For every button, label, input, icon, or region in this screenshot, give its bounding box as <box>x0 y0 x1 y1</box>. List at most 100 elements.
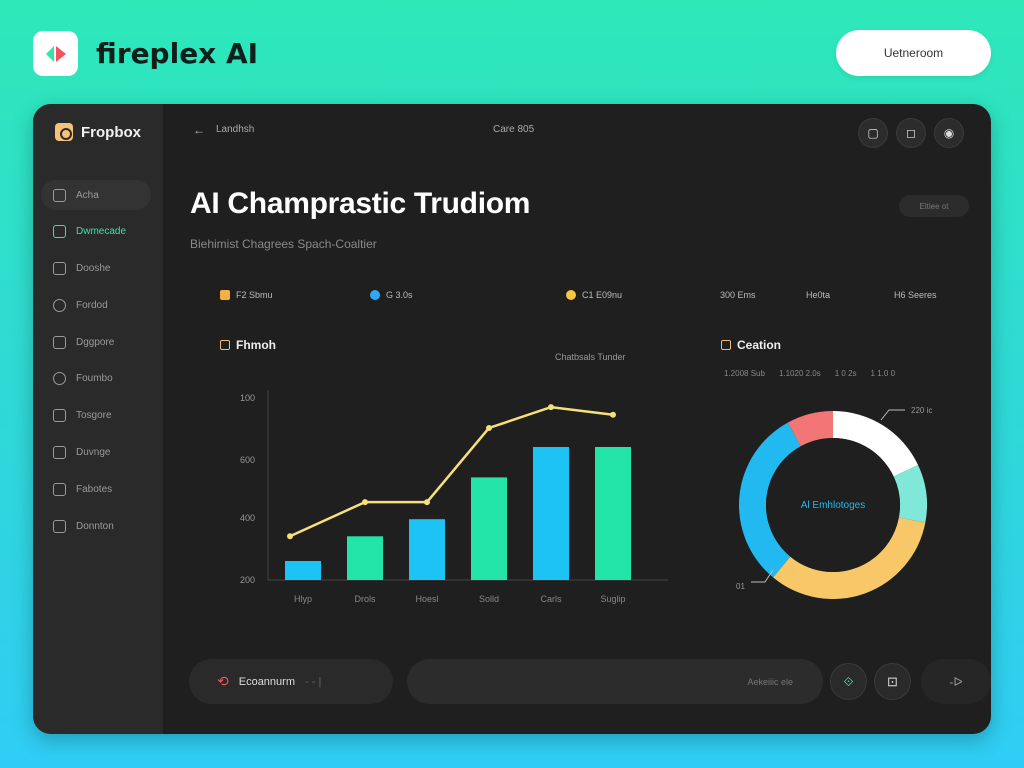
bar <box>409 519 445 580</box>
sidebar-brand-name: Fropbox <box>81 123 141 141</box>
prompt-input[interactable] <box>407 659 823 704</box>
donut-callout-top: 220 ic <box>911 406 933 415</box>
screen-icon: ⊡ <box>887 673 898 689</box>
sidebar-item-duvnge[interactable]: Duvnge <box>41 438 151 468</box>
donut-panel-title-text: Ceation <box>737 338 782 352</box>
sidebar-item-label: Duvnge <box>76 447 111 459</box>
bar <box>595 447 631 580</box>
title-pill-button[interactable]: Eltiee ot <box>899 195 969 217</box>
x-tick-label: Hoesl <box>415 594 438 604</box>
sidebar-item-dooshe[interactable]: Dooshe <box>41 254 151 284</box>
sidebar-item-label: Dooshe <box>76 263 111 275</box>
bar-panel-note: Chatbsals Tunder <box>555 352 626 362</box>
sidebar-nav: Acha Dwmecade Dooshe Fordod Dggpore Foum… <box>41 180 151 548</box>
record-icon: ◉ <box>943 126 955 140</box>
stat-item: F2 Sbmu <box>220 290 273 300</box>
send-icon: -ᐅ <box>949 674 963 689</box>
sidebar-item-dwmecade[interactable]: Dwmecade <box>41 217 151 247</box>
bar <box>285 561 321 580</box>
flame-icon <box>45 45 66 62</box>
sidebar-item-label: Donnton <box>76 520 114 532</box>
x-tick-label: Solld <box>479 594 499 604</box>
legend-item: 1.1020 2.0s <box>778 369 821 378</box>
breadcrumb[interactable]: Landhsh <box>216 124 254 135</box>
y-tick-label: 200 <box>240 575 255 585</box>
header-center-label: Care 805 <box>493 124 535 135</box>
donut-panel-title: Ceation <box>721 338 781 352</box>
box-icon <box>55 123 73 141</box>
attach-button[interactable]: ⟐ <box>830 663 867 700</box>
chat-button[interactable]: ◻ <box>896 118 926 148</box>
donut-legend: 1.2008 Sub 1.1020 2.0s 1 0 2s 1 1.0 0 <box>724 369 895 378</box>
sidebar-item-donnton[interactable]: Donnton <box>41 511 151 541</box>
line-point <box>287 533 293 540</box>
stat-item: 300 Ems <box>720 290 756 300</box>
sidebar-item-dggpore[interactable]: Dggpore <box>41 327 151 357</box>
bookmark-icon: ▢ <box>867 126 879 140</box>
legend-item: 1 1.0 0 <box>870 369 896 378</box>
chat-icon: ◻ <box>906 126 916 140</box>
footer-left-pill[interactable]: ⟲ Ecoannurm - - | <box>189 659 393 704</box>
bar <box>347 536 383 580</box>
clock-icon <box>53 298 66 312</box>
stat-label: G 3.0s <box>386 290 413 300</box>
clock-icon <box>370 290 380 300</box>
play-icon <box>53 446 66 460</box>
bar <box>533 447 569 580</box>
calendar-icon <box>53 482 66 496</box>
sidebar-item-label: Dwmecade <box>76 226 127 238</box>
callout-line-top <box>880 409 905 421</box>
line-point <box>548 404 554 411</box>
document-icon <box>53 335 66 349</box>
divider-icon: - - | <box>305 675 322 688</box>
x-tick-label: Suglip <box>600 594 625 604</box>
top-action-button[interactable]: Uetneroom <box>836 30 991 76</box>
bar-panel-title: Fhmoh <box>220 338 276 352</box>
main-content: ← Landhsh Care 805 ▢ ◻ ◉ AI Champrastic … <box>163 104 991 734</box>
y-tick-label: 400 <box>240 513 255 523</box>
y-tick-label: 100 <box>240 393 255 403</box>
folder-icon <box>53 262 66 276</box>
line-point <box>610 411 616 418</box>
stats-row: F2 Sbmu G 3.0s C1 E09nu 300 Ems He0ta H6… <box>163 290 991 306</box>
stat-label: 300 Ems <box>720 290 756 300</box>
sidebar-item-fabotes[interactable]: Fabotes <box>41 474 151 504</box>
sidebar-item-label: Fabotes <box>76 483 113 495</box>
send-button[interactable]: -ᐅ <box>921 659 991 704</box>
bar-panel-title-text: Fhmoh <box>236 338 276 352</box>
sidebar-item-tosgore[interactable]: Tosgore <box>41 401 151 431</box>
legend-item: 1.2008 Sub <box>724 369 765 378</box>
x-tick-label: Drols <box>354 594 376 604</box>
donut-callout-bottom: 01 <box>736 582 745 591</box>
screen-button[interactable]: ⊡ <box>874 663 911 700</box>
sidebar-item-foumbo[interactable]: Foumbo <box>41 364 151 394</box>
sidebar-brand[interactable]: Fropbox <box>55 123 141 141</box>
stat-item: H6 Seeres <box>894 290 937 300</box>
bookmark-button[interactable]: ▢ <box>858 118 888 148</box>
sidebar-item-acha[interactable]: Acha <box>41 180 151 210</box>
line-point <box>424 499 430 506</box>
legend-item: 1 0 2s <box>834 369 857 378</box>
stat-item: He0ta <box>806 290 830 300</box>
bar <box>471 477 507 580</box>
donut-center-label: Al Emhlotoges <box>801 500 865 511</box>
record-button[interactable]: ◉ <box>934 118 964 148</box>
info-icon <box>566 290 576 300</box>
sidebar-item-fordod[interactable]: Fordod <box>41 290 151 320</box>
chart-icon <box>220 340 230 350</box>
stat-item: G 3.0s <box>370 290 413 300</box>
brand-logo <box>33 31 78 76</box>
x-tick-label: Hlyp <box>294 594 312 604</box>
line-point <box>486 425 492 431</box>
stat-label: C1 E09nu <box>582 290 623 300</box>
sidebar: Fropbox Acha Dwmecade Dooshe Fordod Dggp… <box>33 104 163 734</box>
sidebar-item-label: Tosgore <box>76 410 112 422</box>
stat-label: He0ta <box>806 290 831 300</box>
back-arrow-icon[interactable]: ← <box>193 123 205 137</box>
power-icon: ⟲ <box>217 673 229 689</box>
bar-chart-icon <box>53 188 66 202</box>
line-point <box>362 499 368 506</box>
footer-left-label: Ecoannurm <box>238 675 295 688</box>
sidebar-item-label: Foumbo <box>76 373 113 385</box>
stat-label: H6 Seeres <box>894 290 937 300</box>
